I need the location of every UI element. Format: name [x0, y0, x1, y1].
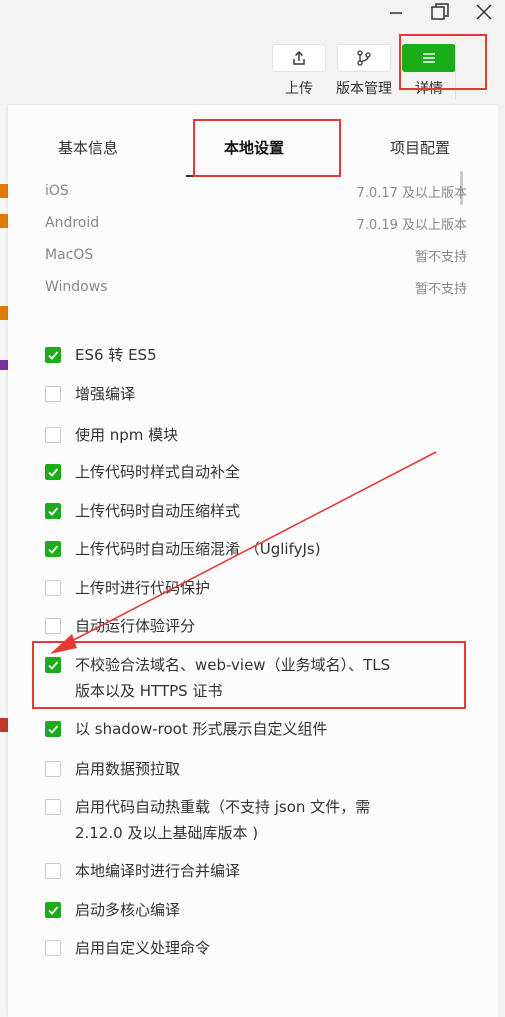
annotation-arrow — [50, 451, 437, 654]
